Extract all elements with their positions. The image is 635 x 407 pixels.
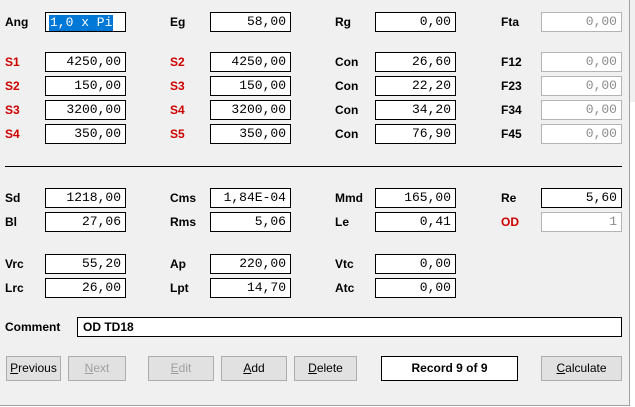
delete-label: elete <box>316 361 343 375</box>
ap-field[interactable]: 220,00 <box>210 254 291 274</box>
rg-label: Rg <box>335 15 351 29</box>
add-label: dd <box>251 361 265 375</box>
previous-accel: P <box>10 361 19 375</box>
od-field[interactable]: 1 <box>541 212 622 232</box>
s2-label: S2 <box>5 79 20 93</box>
rg-field[interactable]: 0,00 <box>375 12 456 32</box>
speaker-parameters-window: Ang 1,0 x Pi Eg 58,00 Rg 0,00 Fta 0,00 S… <box>0 0 630 406</box>
rms-field[interactable]: 5,06 <box>210 212 291 232</box>
edit-button[interactable]: Edit <box>148 356 214 381</box>
s4-label: S4 <box>170 103 185 117</box>
le-field[interactable]: 0,41 <box>375 212 456 232</box>
sd-field[interactable]: 1218,00 <box>45 188 126 208</box>
lrc-field[interactable]: 26,00 <box>45 278 126 298</box>
con-label: Con <box>335 103 359 117</box>
f45-field[interactable]: 0,00 <box>541 124 622 144</box>
delete-accel: D <box>308 361 317 375</box>
vtc-field[interactable]: 0,00 <box>375 254 456 274</box>
eg-field[interactable]: 58,00 <box>210 12 291 32</box>
f12-label: F12 <box>501 55 522 69</box>
s5-field[interactable]: 350,00 <box>210 124 291 144</box>
window-edge <box>630 0 635 102</box>
ang-label: Ang <box>5 15 29 29</box>
re-field[interactable]: 5,60 <box>541 188 622 208</box>
f45-label: F45 <box>501 127 522 141</box>
f23-label: F23 <box>501 79 522 93</box>
previous-button[interactable]: Previous <box>6 356 61 381</box>
calculate-button[interactable]: Calculate <box>541 356 622 381</box>
s3-label: S3 <box>5 103 20 117</box>
mmd-field[interactable]: 165,00 <box>375 188 456 208</box>
eg-label: Eg <box>170 15 186 29</box>
s4-field[interactable]: 350,00 <box>45 124 126 144</box>
vrc-label: Vrc <box>5 257 24 271</box>
bl-field[interactable]: 27,06 <box>45 212 126 232</box>
sd-label: Sd <box>5 191 21 205</box>
con-label: Con <box>335 55 359 69</box>
atc-field[interactable]: 0,00 <box>375 278 456 298</box>
lpt-label: Lpt <box>170 281 189 295</box>
bl-label: Bl <box>5 215 17 229</box>
con-field[interactable]: 34,20 <box>375 100 456 120</box>
s2-field[interactable]: 150,00 <box>45 76 126 96</box>
next-label: ext <box>93 361 110 375</box>
record-status: Record 9 of 9 <box>381 356 518 381</box>
con-label: Con <box>335 127 359 141</box>
lpt-field[interactable]: 14,70 <box>210 278 291 298</box>
od-label: OD <box>501 215 519 229</box>
calculate-label: alculate <box>565 361 607 375</box>
comment-label: Comment <box>5 320 61 334</box>
fta-label: Fta <box>501 15 519 29</box>
s1-field[interactable]: 4250,00 <box>45 52 126 72</box>
edit-accel: E <box>170 361 179 375</box>
next-button[interactable]: Next <box>68 356 126 381</box>
section-divider <box>5 166 622 167</box>
s3-field[interactable]: 3200,00 <box>45 100 126 120</box>
ap-label: Ap <box>170 257 186 271</box>
s2-field[interactable]: 4250,00 <box>210 52 291 72</box>
con-label: Con <box>335 79 359 93</box>
atc-label: Atc <box>335 281 355 295</box>
mmd-label: Mmd <box>335 191 363 205</box>
s2-label: S2 <box>170 55 185 69</box>
re-label: Re <box>501 191 517 205</box>
vtc-label: Vtc <box>335 257 354 271</box>
s1-label: S1 <box>5 55 20 69</box>
fta-field[interactable]: 0,00 <box>541 12 622 32</box>
add-button[interactable]: Add <box>221 356 287 381</box>
previous-label: revious <box>18 361 57 375</box>
ang-value: 1,0 x Pi <box>49 15 114 31</box>
s5-label: S5 <box>170 127 185 141</box>
lrc-label: Lrc <box>5 281 24 295</box>
le-label: Le <box>335 215 350 229</box>
vrc-field[interactable]: 55,20 <box>45 254 126 274</box>
con-field[interactable]: 22,20 <box>375 76 456 96</box>
f23-field[interactable]: 0,00 <box>541 76 622 96</box>
calculate-accel: C <box>556 361 566 375</box>
ang-field[interactable]: 1,0 x Pi <box>45 12 126 32</box>
f34-field[interactable]: 0,00 <box>541 100 622 120</box>
s4-label: S4 <box>5 127 20 141</box>
cms-label: Cms <box>170 191 197 205</box>
cms-field[interactable]: 1,84E-04 <box>210 188 291 208</box>
con-field[interactable]: 76,90 <box>375 124 456 144</box>
comment-field[interactable]: OD TD18 <box>77 317 622 337</box>
s4-field[interactable]: 3200,00 <box>210 100 291 120</box>
con-field[interactable]: 26,60 <box>375 52 456 72</box>
s3-label: S3 <box>170 79 185 93</box>
rms-label: Rms <box>170 215 197 229</box>
f34-label: F34 <box>501 103 522 117</box>
s3-field[interactable]: 150,00 <box>210 76 291 96</box>
f12-field[interactable]: 0,00 <box>541 52 622 72</box>
delete-button[interactable]: Delete <box>294 356 357 381</box>
edit-label: dit <box>178 361 192 375</box>
